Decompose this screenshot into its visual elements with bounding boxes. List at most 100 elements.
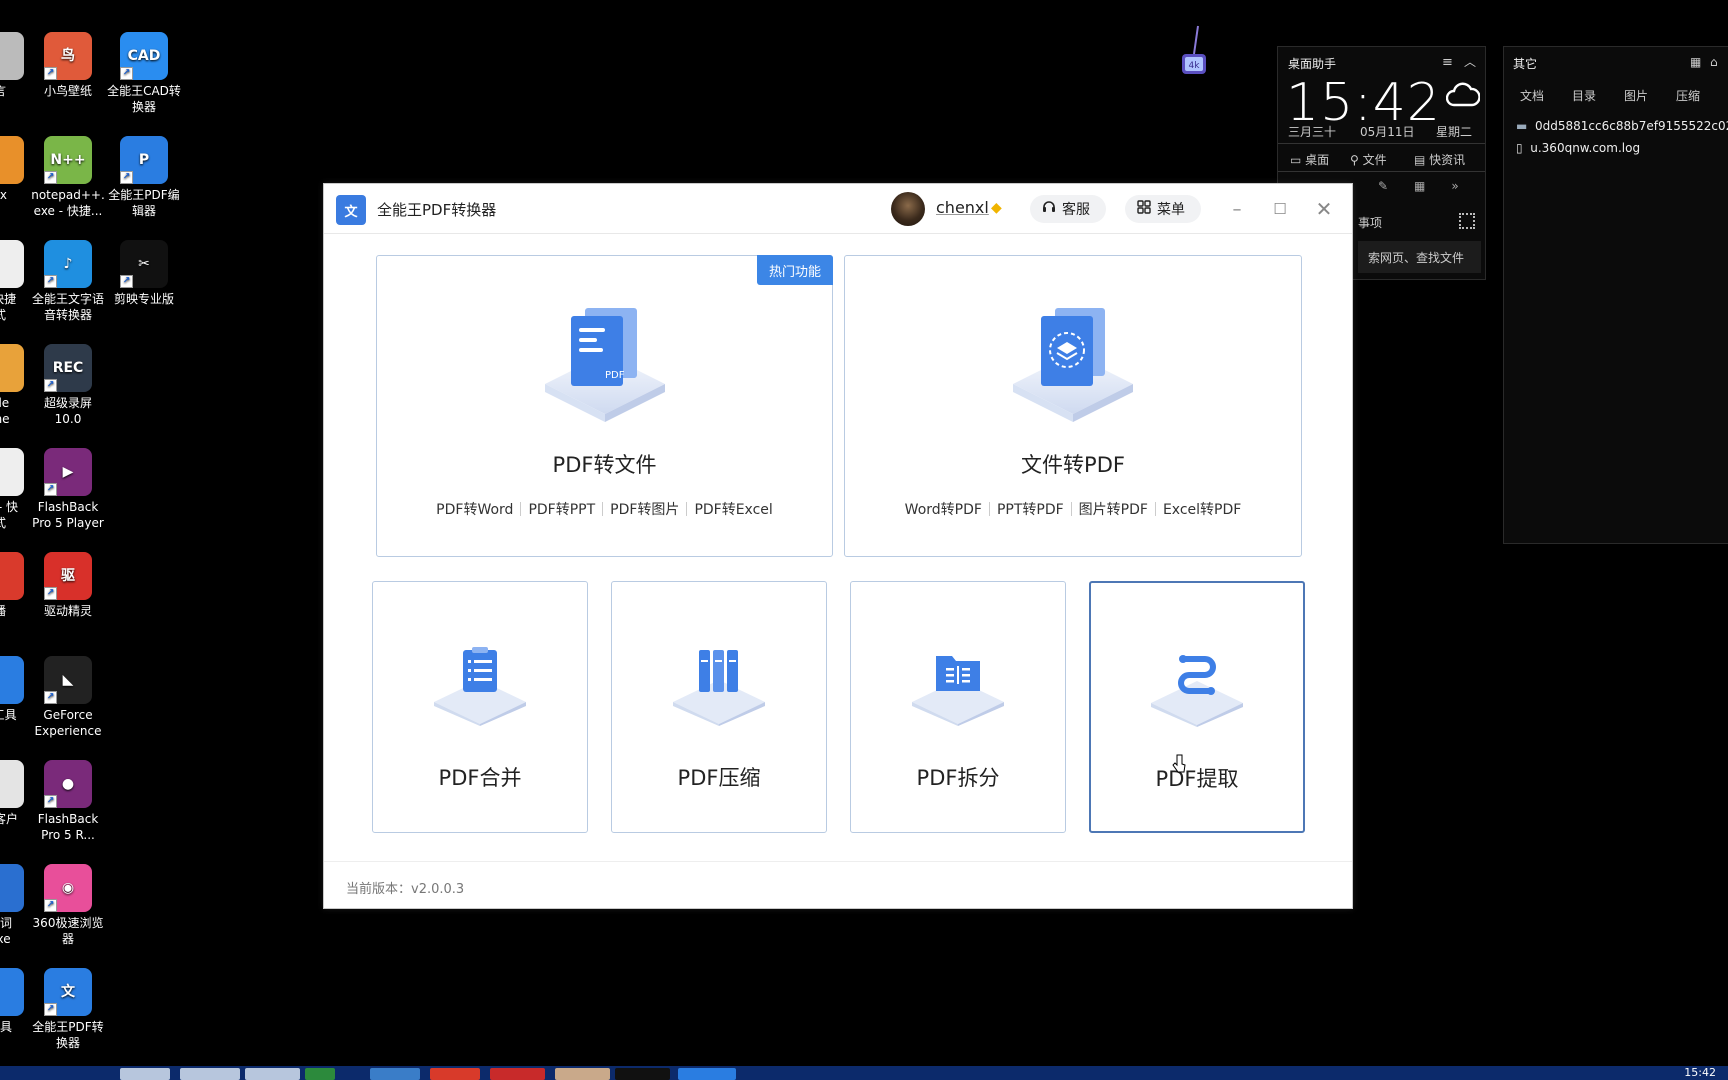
link-pdf-to-image[interactable]: PDF转图片 — [610, 499, 679, 519]
taskbar-app[interactable] — [490, 1068, 545, 1080]
menu-button[interactable]: 菜单 — [1125, 195, 1201, 223]
app-icon: ↗ — [0, 32, 24, 80]
taskbar-app[interactable] — [180, 1068, 240, 1080]
tab-archives[interactable]: 压缩 — [1676, 87, 1700, 104]
app-icon: CAD ↗ — [120, 32, 168, 80]
taskbar-app[interactable] — [305, 1068, 335, 1080]
widget-tab-files[interactable]: ⚲ 文件 — [1350, 151, 1387, 168]
desktop-shortcut[interactable]: ♪ ↗ 全能王文字语 音转换器 — [28, 240, 108, 323]
grid-icon — [1137, 200, 1151, 218]
tab-docs[interactable]: 文档 — [1520, 87, 1544, 104]
hand-cursor-icon — [1172, 754, 1186, 773]
maximize-button[interactable]: ☐ — [1267, 196, 1293, 222]
avatar[interactable] — [891, 192, 925, 226]
link-ppt-to-pdf[interactable]: PPT转PDF — [997, 499, 1064, 519]
widget-menu-icon[interactable]: ≡ — [1442, 55, 1453, 70]
link-excel-to-pdf[interactable]: Excel转PDF — [1163, 499, 1241, 519]
pdf-document-icon: PDF — [544, 308, 665, 422]
desktop-shortcut-label: 驱动精灵 — [43, 604, 92, 618]
qr-code-icon[interactable] — [1459, 213, 1475, 229]
taskbar-app[interactable] — [555, 1068, 610, 1080]
card-pdf-compress[interactable]: PDF压缩 — [611, 581, 827, 833]
desktop-shortcut[interactable]: CAD ↗ 全能王CAD转 换器 — [104, 32, 184, 115]
widget-tab-news[interactable]: ▤ 快资讯 — [1414, 151, 1465, 168]
taskbar-clock[interactable]: 15:42 — [1684, 1066, 1716, 1079]
lunar-date: 三月三十 — [1288, 125, 1337, 139]
desktop-shortcut[interactable]: 文 ↗ 全能王PDF转 换器 — [28, 968, 108, 1051]
tab-dirs[interactable]: 目录 — [1572, 87, 1596, 104]
card-sub-links: Word转PDF PPT转PDF 图片转PDF Excel转PDF — [845, 499, 1301, 519]
desktop-shortcut[interactable]: ◣ ↗ GeForce Experience — [28, 656, 108, 739]
taskbar-app[interactable] — [430, 1068, 480, 1080]
shortcut-arrow-icon: ↗ — [44, 1003, 57, 1016]
app-icon: ↗ — [0, 344, 24, 392]
shortcut-arrow-icon: ↗ — [44, 795, 57, 808]
desktop-shortcut[interactable]: N++ ↗ notepad++. exe - 快捷... — [28, 136, 108, 219]
support-button[interactable]: 客服 — [1030, 195, 1106, 223]
widget-tab-desktop[interactable]: ▭ 桌面 — [1290, 151, 1329, 168]
grid-view-icon[interactable]: ▦ — [1690, 55, 1701, 69]
todo-label[interactable]: 事项 — [1358, 214, 1382, 231]
app-icon: 鸟 ↗ — [44, 32, 92, 80]
search-icon: ⚲ — [1350, 153, 1359, 167]
lock-icon[interactable]: ⌂ — [1710, 55, 1718, 69]
desktop-shortcut[interactable]: REC ↗ 超级录屏 10.0 — [28, 344, 108, 427]
taskbar-app[interactable] — [120, 1068, 170, 1080]
app-icon: ↗ — [0, 864, 24, 912]
app-logo-icon: 文 — [336, 195, 366, 225]
weather-cloud-icon — [1445, 81, 1481, 112]
desktop-shortcut[interactable]: ● ↗ FlashBack Pro 5 R... — [28, 760, 108, 843]
tv-4k-icon[interactable]: 4k — [1180, 24, 1208, 80]
shortcut-arrow-icon: ↗ — [44, 171, 57, 184]
vip-diamond-icon: ◆ — [991, 200, 1002, 216]
desktop-shortcut-label: 剪映专业版 — [113, 292, 174, 306]
desktop-shortcut-label: 超级录屏 10.0 — [43, 396, 92, 426]
link-word-to-pdf[interactable]: Word转PDF — [905, 499, 982, 519]
desktop-shortcut[interactable]: 鸟 ↗ 小鸟壁纸 — [28, 32, 108, 99]
desktop-shortcut-label: 小鸟壁纸 — [43, 84, 92, 98]
app-icon: ● ↗ — [44, 760, 92, 808]
card-pdf-split[interactable]: PDF拆分 — [850, 581, 1066, 833]
link-pdf-to-word[interactable]: PDF转Word — [436, 499, 513, 519]
desktop-shortcut-label: 全能王CAD转 换器 — [107, 84, 181, 114]
app-icon: 驱 ↗ — [44, 552, 92, 600]
taskbar-app[interactable] — [245, 1068, 300, 1080]
taskbar-app[interactable] — [678, 1068, 736, 1080]
card-pdf-merge[interactable]: PDF合并 — [372, 581, 588, 833]
card-title: PDF转文件 — [552, 453, 657, 477]
card-title: PDF合并 — [438, 766, 522, 790]
desktop-shortcut[interactable]: ✂ ↗ 剪映专业版 — [104, 240, 184, 307]
card-pdf-extract[interactable]: PDF提取 — [1089, 581, 1305, 833]
username-link[interactable]: chenxl — [936, 198, 989, 217]
widget-search-box[interactable]: 索网页、查找文件 — [1358, 241, 1481, 273]
link-pdf-to-excel[interactable]: PDF转Excel — [694, 499, 772, 519]
desktop-shortcut[interactable]: ▶ ↗ FlashBack Pro 5 Player — [28, 448, 108, 531]
file-item[interactable]: ▬ 0dd5881cc6c88b7ef9155522c025 — [1516, 119, 1728, 133]
calendar-date: 05月11日 — [1360, 125, 1415, 139]
app-icon: REC ↗ — [44, 344, 92, 392]
desktop-shortcut-label: 全能王文字语 音转换器 — [31, 292, 104, 322]
link-pdf-to-ppt[interactable]: PDF转PPT — [528, 499, 595, 519]
desktop-shortcut[interactable]: P ↗ 全能王PDF编 辑器 — [104, 136, 184, 219]
shortcut-arrow-icon: ↗ — [120, 275, 133, 288]
desktop-shortcut[interactable]: 驱 ↗ 驱动精灵 — [28, 552, 108, 619]
tab-images[interactable]: 图片 — [1624, 87, 1648, 104]
link-image-to-pdf[interactable]: 图片转PDF — [1079, 499, 1148, 519]
card-title: PDF压缩 — [677, 766, 761, 790]
card-file-to-pdf[interactable]: 文件转PDF Word转PDF PPT转PDF 图片转PDF Excel转PDF — [844, 255, 1302, 557]
app-icon: ✂ ↗ — [120, 240, 168, 288]
card-pdf-to-file[interactable]: 热门功能 PDF PDF转文件 PDF转Word PDF转PPT PDF转图片 … — [376, 255, 833, 557]
app-icon: ↗ — [0, 552, 24, 600]
close-button[interactable]: ✕ — [1311, 196, 1337, 222]
app-icon: ↗ — [0, 136, 24, 184]
taskbar-app[interactable] — [615, 1068, 670, 1080]
file-icon: ▯ — [1516, 141, 1523, 155]
taskbar-app[interactable] — [370, 1068, 420, 1080]
books-compress-icon — [673, 650, 765, 726]
widget-collapse-icon[interactable]: ︿ — [1464, 53, 1476, 70]
minimize-button[interactable]: – — [1224, 196, 1250, 222]
app-icon: ↗ — [0, 656, 24, 704]
desktop-shortcut[interactable]: ◉ ↗ 360极速浏览 器 — [28, 864, 108, 947]
file-item[interactable]: ▯ u.360qnw.com.log — [1516, 141, 1640, 155]
widget-toolbar-icons[interactable]: ✎▦» — [1378, 179, 1485, 193]
